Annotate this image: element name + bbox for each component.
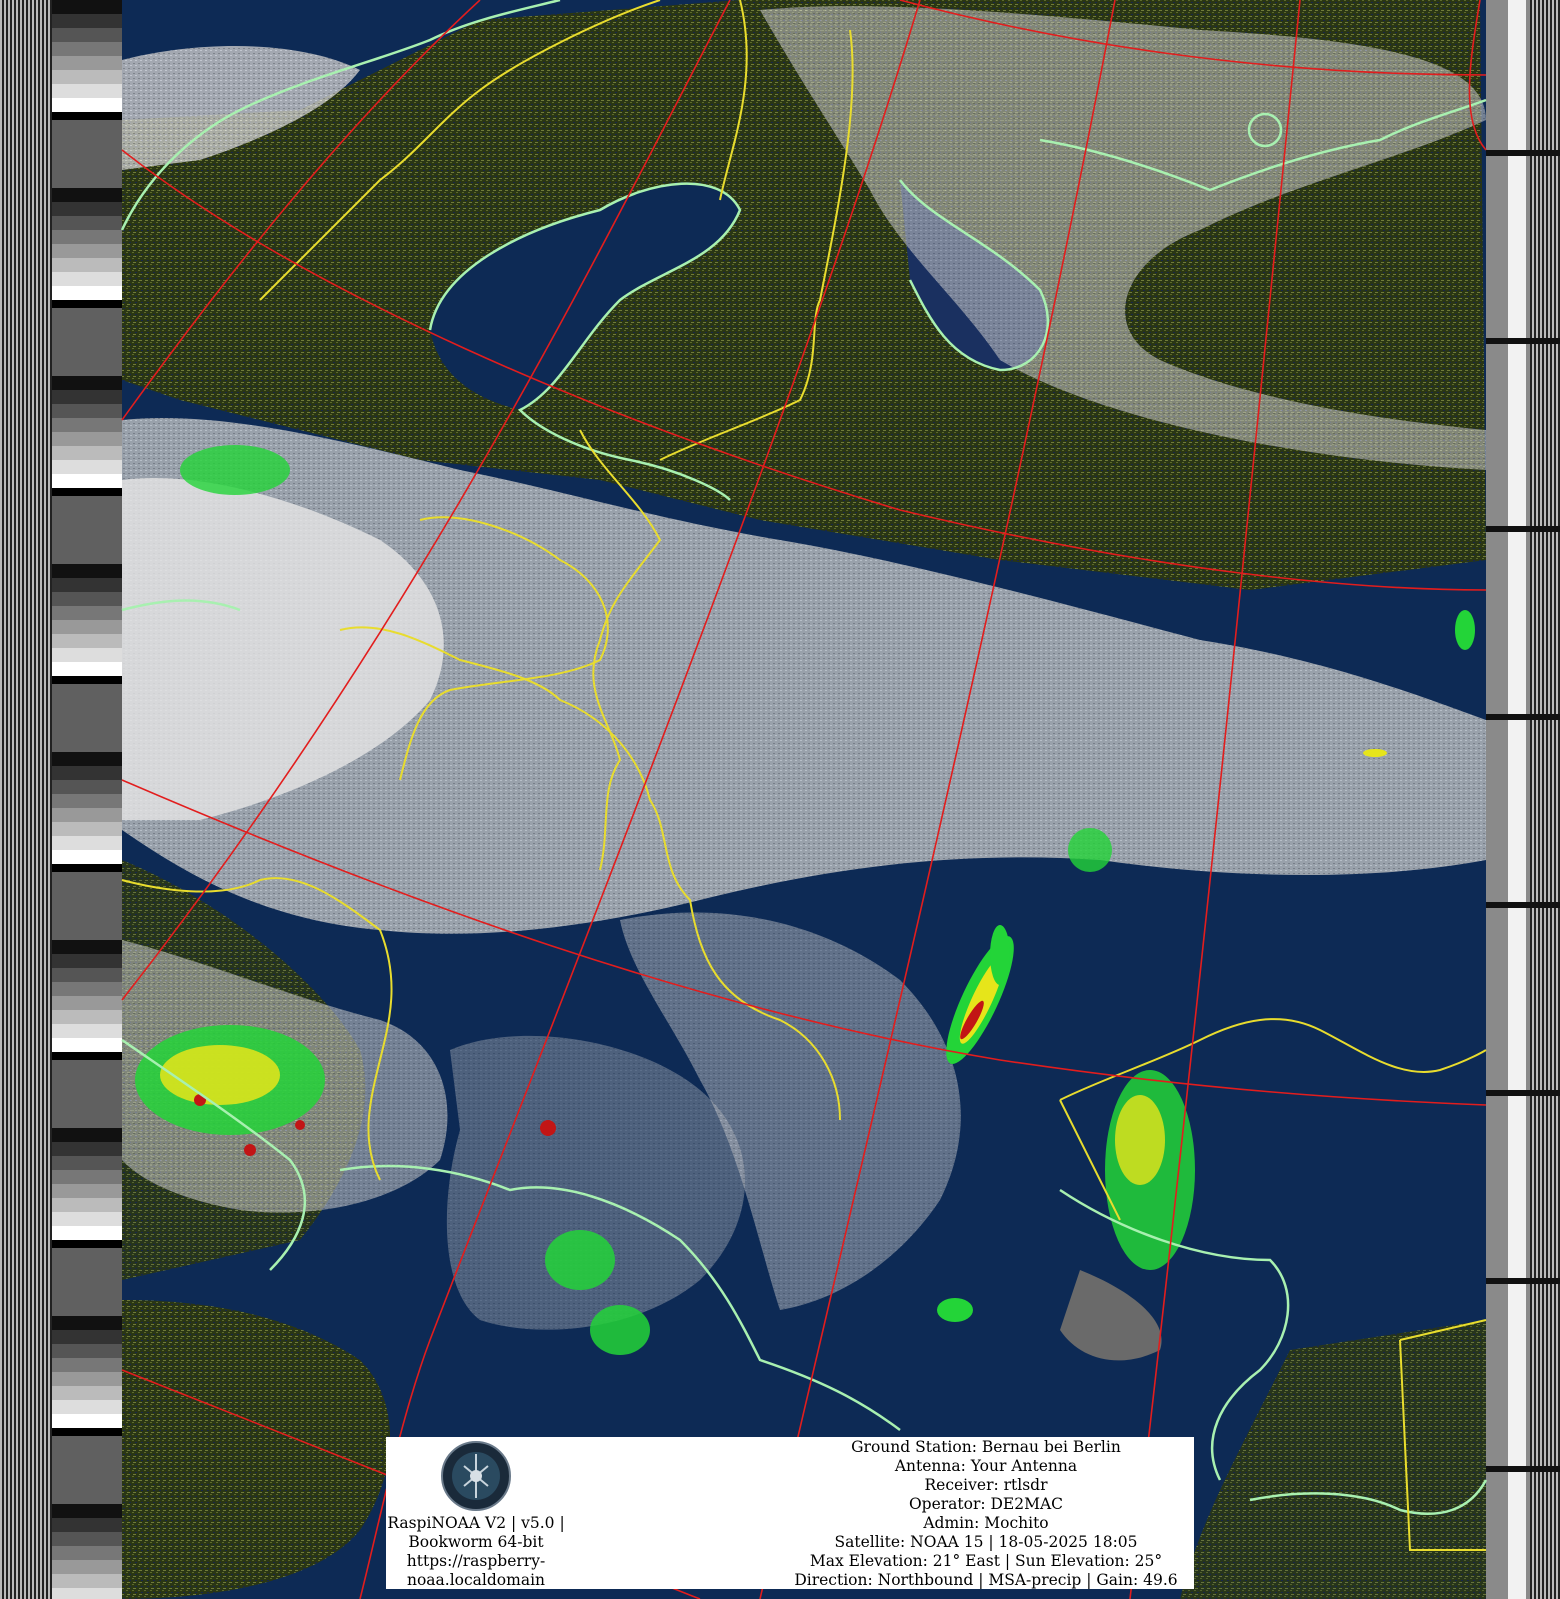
noaa-satellite-image — [0, 0, 1560, 1599]
ground-station-text: Ground Station: Bernau bei Berlin — [851, 1438, 1121, 1456]
receiver-text: Receiver: rtlsdr — [924, 1476, 1048, 1494]
left-telemetry-band — [0, 0, 122, 1599]
software-version-line2: Bookworm 64-bit — [408, 1533, 544, 1551]
operator-text: Operator: DE2MAC — [908, 1495, 1064, 1513]
admin-text: Admin: Mochito — [923, 1514, 1049, 1532]
satellite-ground-station-emblem-icon — [441, 1441, 511, 1511]
right-telemetry-band — [1486, 0, 1560, 1599]
elevation-text: Max Elevation: 21° East | Sun Elevation:… — [809, 1552, 1163, 1570]
software-version-line1: RaspiNOAA V2 | v5.0 | — [387, 1514, 565, 1532]
software-url-line1: https://raspberry- — [406, 1552, 546, 1570]
software-url-line2: noaa.localdomain — [406, 1571, 546, 1589]
satellite-pass-text: Satellite: NOAA 15 | 18-05-2025 18:05 — [834, 1533, 1138, 1551]
antenna-text: Antenna: Your Antenna — [894, 1457, 1078, 1475]
earth-view — [120, 0, 1488, 1599]
direction-gain-text: Direction: Northbound | MSA-precip | Gai… — [794, 1571, 1178, 1589]
